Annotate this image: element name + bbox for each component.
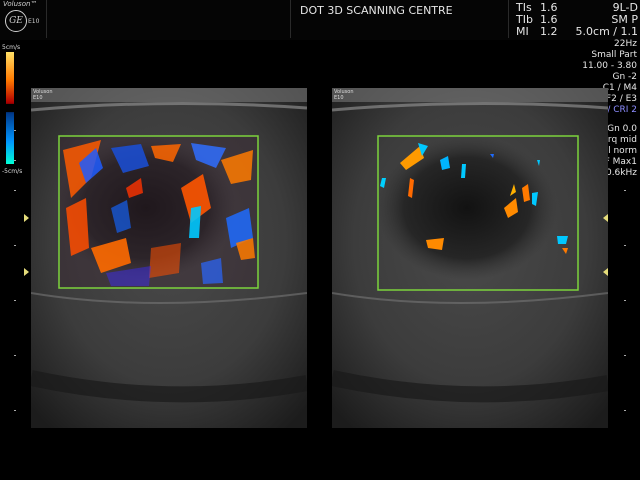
header-divider — [46, 0, 47, 38]
left-panel-brand: Voluson E10 — [33, 89, 52, 101]
focus-marker-right-icon[interactable] — [603, 214, 608, 222]
right-panel-brand: Voluson E10 — [334, 89, 353, 101]
depth-tick — [624, 300, 626, 301]
brand-name: Voluson™ — [3, 0, 38, 8]
depth-tick — [624, 355, 626, 356]
depth-tick — [14, 410, 16, 411]
depth-tick — [624, 245, 626, 246]
header-bar: Voluson™ GE E10 DOT 3D SCANNING CENTRE T… — [0, 0, 640, 40]
depth-tick — [14, 130, 16, 131]
left-color-doppler-image: Voluson E10 — [31, 88, 307, 428]
focus-marker-left-icon[interactable] — [24, 214, 29, 222]
color-scale-bar — [6, 52, 14, 164]
right-panel-model: E10 — [334, 95, 344, 101]
focus-marker-left-icon[interactable] — [24, 268, 29, 276]
left-panel-model: E10 — [33, 95, 43, 101]
depth-readout: 5.0cm / 1.1 — [575, 25, 638, 38]
right-color-doppler-image: Voluson E10 — [332, 88, 608, 428]
depth-tick — [14, 300, 16, 301]
depth-tick — [14, 190, 16, 191]
depth-tick — [624, 130, 626, 131]
depth-tick — [14, 160, 16, 161]
color-scale-bottom-label: -5cm/s — [2, 168, 23, 175]
mi-readout: MI 1.2 — [516, 25, 558, 38]
mi-value: 1.2 — [540, 25, 558, 38]
frame-rate: 22Hz — [614, 39, 637, 49]
ge-logo-icon: GE — [5, 10, 27, 32]
gain: Gn -2 — [612, 72, 637, 82]
depth-tick — [624, 190, 626, 191]
color-flow-roi-left — [58, 135, 259, 289]
depth-tick — [14, 245, 16, 246]
depth-tick — [14, 355, 16, 356]
model-name: E10 — [28, 18, 40, 25]
centre-name: DOT 3D SCANNING CENTRE — [300, 4, 453, 17]
header-divider — [290, 0, 291, 38]
focus-marker-right-icon[interactable] — [603, 268, 608, 276]
depth-tick — [624, 410, 626, 411]
frequency-range: 11.00 - 3.80 — [582, 61, 637, 71]
ge-logo: Voluson™ GE E10 — [2, 0, 42, 36]
mi-label: MI — [516, 25, 529, 38]
color-scale-top-label: 5cm/s — [2, 44, 21, 51]
application: Small Part — [591, 50, 637, 60]
color-velocity-scale: 5cm/s -5cm/s — [2, 44, 22, 175]
